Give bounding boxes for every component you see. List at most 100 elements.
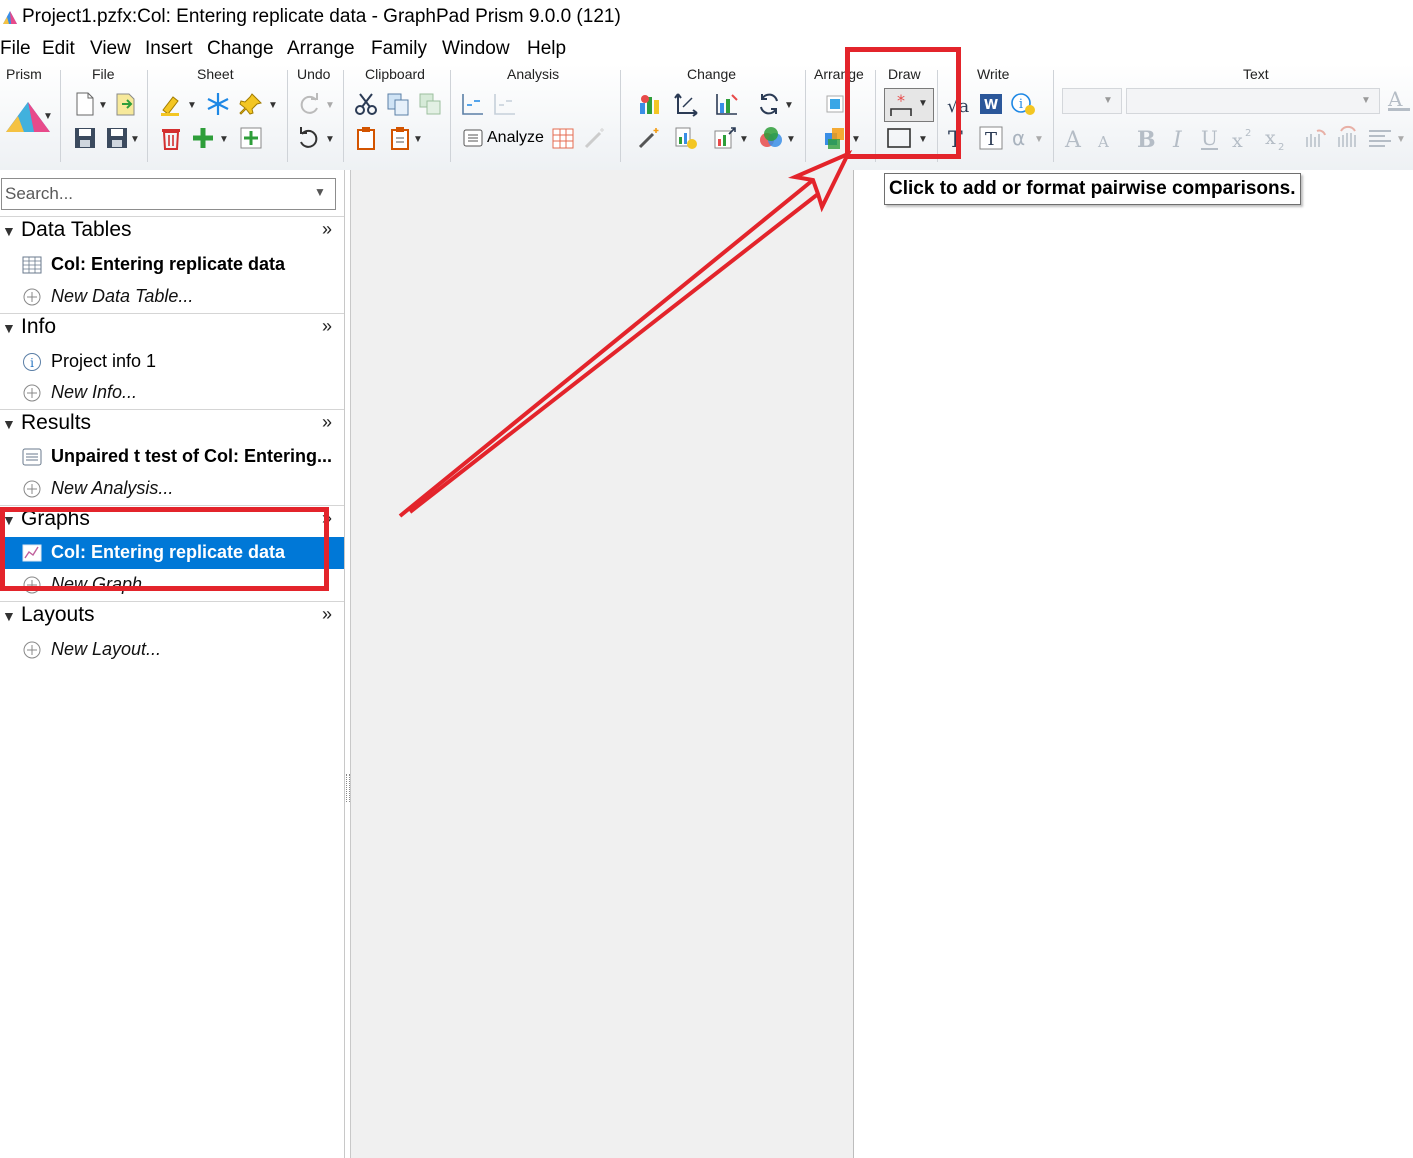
save-icon[interactable] (72, 125, 98, 151)
add-sheet-icon[interactable] (190, 125, 216, 151)
open-file-icon[interactable] (113, 91, 139, 117)
nav-item-new-info[interactable]: New Info... (0, 377, 344, 409)
info-constant-icon[interactable]: i (1010, 91, 1036, 117)
collapse-chevron-icon[interactable]: ▼ (2, 416, 16, 432)
decrease-font-icon[interactable]: A (1094, 125, 1120, 151)
subscript-icon[interactable]: x2 (1264, 125, 1290, 151)
font-color-icon[interactable]: A (1386, 86, 1412, 112)
chevron-down-icon[interactable]: ▼ (325, 134, 335, 145)
nav-item-new-analysis[interactable]: New Analysis... (0, 473, 344, 505)
copy-icon[interactable] (385, 91, 411, 117)
menu-help[interactable]: Help (527, 38, 566, 60)
analysis-chart-disabled-icon[interactable] (492, 91, 518, 117)
section-title: Layouts (21, 603, 95, 626)
graph-workspace[interactable] (854, 170, 1413, 1158)
font-size-select[interactable]: ▼ (1062, 88, 1122, 114)
new-file-icon[interactable] (72, 91, 98, 117)
highlighter-icon[interactable] (158, 91, 184, 117)
undo-icon[interactable] (296, 125, 322, 151)
paste-icon[interactable] (353, 125, 379, 151)
save-as-icon[interactable] (104, 125, 130, 151)
nav-item-new-layout[interactable]: New Layout... (0, 634, 344, 666)
cut-icon[interactable] (353, 91, 379, 117)
chevron-down-icon[interactable]: ▼ (1396, 134, 1406, 145)
nav-item-results-sheet[interactable]: Unpaired t test of Col: Entering... (0, 441, 344, 473)
menu-file[interactable]: File (0, 38, 31, 60)
plus-circle-icon (22, 479, 42, 499)
chevron-down-icon[interactable]: ▼ (314, 185, 326, 199)
chevron-down-icon[interactable]: ▼ (43, 111, 53, 122)
nav-item-project-info[interactable]: i Project info 1 (0, 346, 344, 378)
pin-icon[interactable] (238, 91, 264, 117)
chevron-down-icon[interactable]: ▼ (98, 100, 108, 111)
expand-more-icon[interactable]: » (322, 219, 332, 240)
freeze-snowflake-icon[interactable] (205, 91, 231, 117)
text-rotation-icon[interactable] (1335, 125, 1361, 151)
menu-view[interactable]: View (90, 38, 131, 60)
section-results[interactable]: ▼ Results » (0, 410, 344, 440)
expand-more-icon[interactable]: » (322, 604, 332, 625)
chevron-down-icon[interactable]: ▼ (325, 100, 335, 111)
bold-icon[interactable]: B (1133, 125, 1159, 151)
copy-format-icon[interactable] (417, 91, 443, 117)
chevron-down-icon[interactable]: ▼ (786, 134, 796, 145)
chevron-down-icon[interactable]: ▼ (784, 100, 794, 111)
menu-edit[interactable]: Edit (42, 38, 75, 60)
redo-icon[interactable] (296, 91, 322, 117)
nav-item-new-data-table[interactable]: New Data Table... (0, 281, 344, 313)
underline-icon[interactable]: U (1197, 125, 1223, 151)
add-data-to-graph-icon[interactable] (673, 125, 699, 151)
expand-more-icon[interactable]: » (322, 316, 332, 337)
group-label-prism: Prism (6, 66, 42, 82)
collapse-chevron-icon[interactable]: ▼ (2, 223, 16, 239)
font-family-select[interactable]: ▼ (1126, 88, 1380, 114)
chevron-down-icon[interactable]: ▼ (187, 100, 197, 111)
chevron-down-icon[interactable]: ▼ (268, 100, 278, 111)
section-info[interactable]: ▼ Info » (0, 314, 344, 344)
window-title: Project1.pzfx:Col: Entering replicate da… (22, 6, 621, 27)
expand-more-icon[interactable]: » (322, 412, 332, 433)
format-graph-icon[interactable] (714, 91, 740, 117)
text-box-icon[interactable]: T (978, 125, 1004, 151)
magic-wand-icon[interactable] (636, 125, 662, 151)
analyze-icon (463, 129, 483, 147)
results-table-icon[interactable] (550, 125, 576, 151)
collapse-chevron-icon[interactable]: ▼ (2, 320, 16, 336)
menu-window[interactable]: Window (442, 38, 510, 60)
superscript-icon[interactable]: x2 (1231, 125, 1257, 151)
svg-text:2: 2 (1245, 128, 1251, 139)
collapse-chevron-icon[interactable]: ▼ (2, 608, 16, 624)
chevron-down-icon[interactable]: ▼ (219, 134, 229, 145)
delete-sheet-icon[interactable] (158, 125, 184, 151)
axes-icon[interactable] (673, 91, 699, 117)
italic-icon[interactable]: I (1166, 125, 1192, 151)
chevron-down-icon[interactable]: ▼ (413, 134, 423, 145)
paste-special-icon[interactable] (387, 125, 413, 151)
magic-wand-disabled-icon[interactable] (582, 125, 608, 151)
chevron-down-icon[interactable]: ▼ (1034, 134, 1044, 145)
graph-inspector-icon[interactable] (712, 125, 738, 151)
menu-insert[interactable]: Insert (145, 38, 193, 60)
search-box[interactable]: Search... ▼ (1, 178, 336, 210)
chevron-down-icon[interactable]: ▼ (130, 134, 140, 145)
increase-font-icon[interactable]: A (1064, 125, 1090, 151)
greek-alpha-icon[interactable]: α (1010, 125, 1036, 151)
analyze-button[interactable]: Analyze (462, 124, 544, 152)
align-text-icon[interactable] (1367, 125, 1393, 151)
refresh-icon[interactable] (756, 91, 782, 117)
section-data-tables[interactable]: ▼ Data Tables » (0, 217, 344, 247)
menu-change[interactable]: Change (207, 38, 274, 60)
svg-text:2: 2 (1278, 142, 1284, 151)
chevron-down-icon[interactable]: ▼ (739, 134, 749, 145)
analysis-chart-icon[interactable] (460, 91, 486, 117)
nav-item-data-table[interactable]: Col: Entering replicate data (0, 249, 344, 281)
section-layouts[interactable]: ▼ Layouts » (0, 602, 344, 632)
graph-type-icon[interactable] (636, 91, 662, 117)
color-scheme-icon[interactable] (758, 125, 784, 151)
text-spacing-icon[interactable] (1303, 125, 1329, 151)
svg-text:i: i (30, 356, 34, 370)
word-icon[interactable]: W (978, 91, 1004, 117)
menu-arrange[interactable]: Arrange (287, 38, 355, 60)
add-column-icon[interactable] (238, 125, 264, 151)
menu-family[interactable]: Family (371, 38, 427, 60)
